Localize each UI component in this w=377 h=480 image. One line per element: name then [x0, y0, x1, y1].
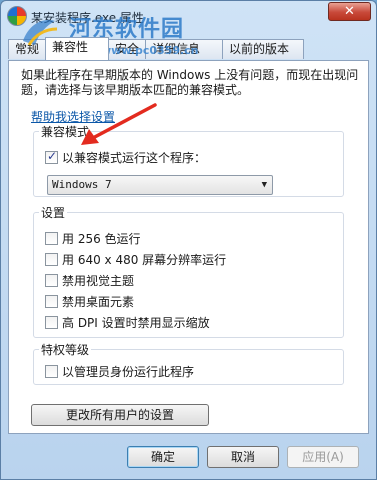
intro-text: 如果此程序在早期版本的 Windows 上没有问题，而现在出现问题，请选择与该早…: [21, 68, 359, 97]
run-as-admin-label: 以管理员身份运行此程序: [62, 365, 195, 379]
settings-group: 设置 用 256 色运行 用 640 x 480 屏幕分辨率运行 禁用视觉主题 …: [33, 204, 344, 338]
settings-item-640x480[interactable]: 用 640 x 480 屏幕分辨率运行: [45, 251, 226, 267]
tab-details[interactable]: 详细信息: [145, 39, 223, 59]
run-as-admin-row[interactable]: 以管理员身份运行此程序: [45, 363, 194, 379]
tab-general[interactable]: 常规: [8, 39, 46, 59]
chevron-down-icon: ▼: [261, 180, 267, 190]
settings-item-label: 高 DPI 设置时禁用显示缩放: [62, 316, 210, 330]
settings-item-disable-dpi-scaling[interactable]: 高 DPI 设置时禁用显示缩放: [45, 314, 210, 330]
checkbox[interactable]: [45, 295, 58, 308]
apply-button[interactable]: 应用(A): [287, 446, 359, 468]
change-all-users-button[interactable]: 更改所有用户的设置: [31, 404, 209, 426]
settings-item-label: 用 640 x 480 屏幕分辨率运行: [62, 253, 227, 267]
ok-button[interactable]: 确定: [127, 446, 199, 468]
os-version-selected: Windows 7: [52, 178, 112, 191]
properties-window: 某安装程序.exe 属性 ✕ 常规 兼容性 安全 详细信息 以前的版本 如果此程…: [0, 0, 377, 480]
privilege-level-group: 特权等级 以管理员身份运行此程序: [33, 341, 344, 385]
tab-compatibility[interactable]: 兼容性: [45, 37, 109, 60]
checkbox[interactable]: [45, 274, 58, 287]
tab-security[interactable]: 安全: [108, 39, 146, 59]
compat-mode-checkbox-label: 以兼容模式运行这个程序：: [62, 151, 207, 165]
close-button[interactable]: ✕: [328, 2, 371, 21]
settings-item-256-colors[interactable]: 用 256 色运行: [45, 230, 141, 246]
settings-group-label: 设置: [39, 204, 68, 221]
annotation-arrow-icon: [81, 103, 157, 145]
checkbox[interactable]: [45, 316, 58, 329]
run-as-admin-checkbox[interactable]: [45, 365, 58, 378]
settings-item-label: 禁用视觉主题: [62, 274, 135, 288]
settings-item-disable-desktop-composition[interactable]: 禁用桌面元素: [45, 293, 134, 309]
os-version-select[interactable]: Windows 7 ▼: [47, 175, 273, 195]
checkbox[interactable]: [45, 232, 58, 245]
settings-item-label: 用 256 色运行: [62, 232, 141, 246]
settings-item-label: 禁用桌面元素: [62, 295, 135, 309]
settings-item-disable-visual-themes[interactable]: 禁用视觉主题: [45, 272, 134, 288]
compat-mode-checkbox-row[interactable]: 以兼容模式运行这个程序：: [45, 149, 206, 165]
checkbox[interactable]: [45, 253, 58, 266]
tab-previous-versions[interactable]: 以前的版本: [222, 39, 304, 59]
window-title: 某安装程序.exe 属性: [31, 11, 144, 25]
title-bar[interactable]: 某安装程序.exe 属性 ✕: [1, 1, 376, 31]
cancel-button[interactable]: 取消: [207, 446, 279, 468]
app-icon: [7, 6, 27, 26]
compat-mode-checkbox[interactable]: [45, 149, 58, 164]
privilege-group-label: 特权等级: [39, 341, 92, 358]
